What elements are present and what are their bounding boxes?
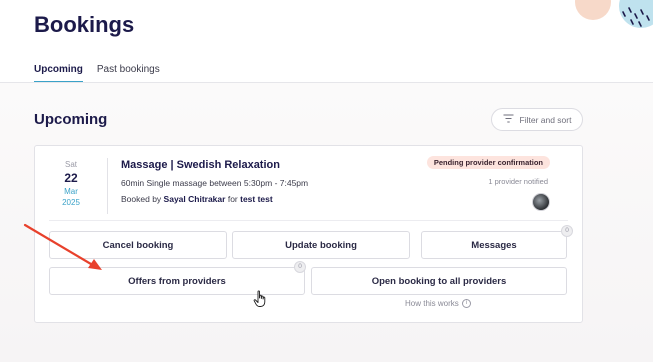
- open-booking-to-all-label: Open booking to all providers: [371, 275, 507, 287]
- open-booking-to-all-button[interactable]: Open booking to all providers: [311, 267, 567, 295]
- date-year: 2025: [62, 198, 80, 207]
- how-this-works-label: How this works: [405, 299, 459, 308]
- hand-cursor-icon: [253, 290, 266, 307]
- messages-button[interactable]: Messages: [421, 231, 567, 259]
- cancel-booking-label: Cancel booking: [102, 239, 174, 251]
- date-month: Mar: [64, 187, 78, 196]
- service-description: 60min Single massage between 5:30pm - 7:…: [121, 178, 309, 188]
- filter-icon: [503, 114, 514, 125]
- offers-from-providers-label: Offers from providers: [128, 275, 226, 287]
- for-word: for: [227, 194, 238, 204]
- providers-notified-text: 1 provider notified: [488, 177, 548, 186]
- booked-by-prefix: Booked by: [121, 194, 162, 204]
- how-this-works-link[interactable]: How this works i: [405, 299, 471, 308]
- date-separator: [107, 158, 108, 214]
- info-icon: i: [461, 299, 471, 308]
- decorative-corner-illustration: [563, 0, 653, 32]
- messages-label: Messages: [471, 239, 517, 251]
- booked-by-line: Booked by Sayal Chitrakar for test test: [121, 194, 273, 204]
- offers-count-badge: 0: [294, 261, 306, 273]
- filter-and-sort-label: Filter and sort: [519, 114, 572, 125]
- tab-upcoming[interactable]: Upcoming: [34, 64, 83, 83]
- tab-bar: Upcoming Past bookings: [34, 64, 160, 83]
- service-title: Massage | Swedish Relaxation: [121, 159, 280, 171]
- update-booking-label: Update booking: [285, 239, 357, 251]
- update-booking-button[interactable]: Update booking: [232, 231, 410, 259]
- booked-by-name: Sayal Chitrakar: [163, 194, 226, 204]
- messages-count-badge: 0: [561, 225, 573, 237]
- status-badge: Pending provider confirmation: [426, 156, 550, 169]
- avatar[interactable]: [532, 193, 550, 211]
- date-weekday: Sat: [64, 160, 77, 169]
- booking-date: Sat 22 Mar 2025: [51, 160, 91, 207]
- red-arrow-annotation: [23, 223, 102, 270]
- section-title: Upcoming: [34, 111, 108, 128]
- page-title: Bookings: [34, 12, 135, 37]
- booked-for-name: test test: [240, 194, 273, 204]
- filter-and-sort-button[interactable]: Filter and sort: [491, 108, 583, 131]
- date-day: 22: [64, 171, 78, 185]
- card-divider: [49, 220, 568, 221]
- tab-past-bookings[interactable]: Past bookings: [97, 64, 160, 83]
